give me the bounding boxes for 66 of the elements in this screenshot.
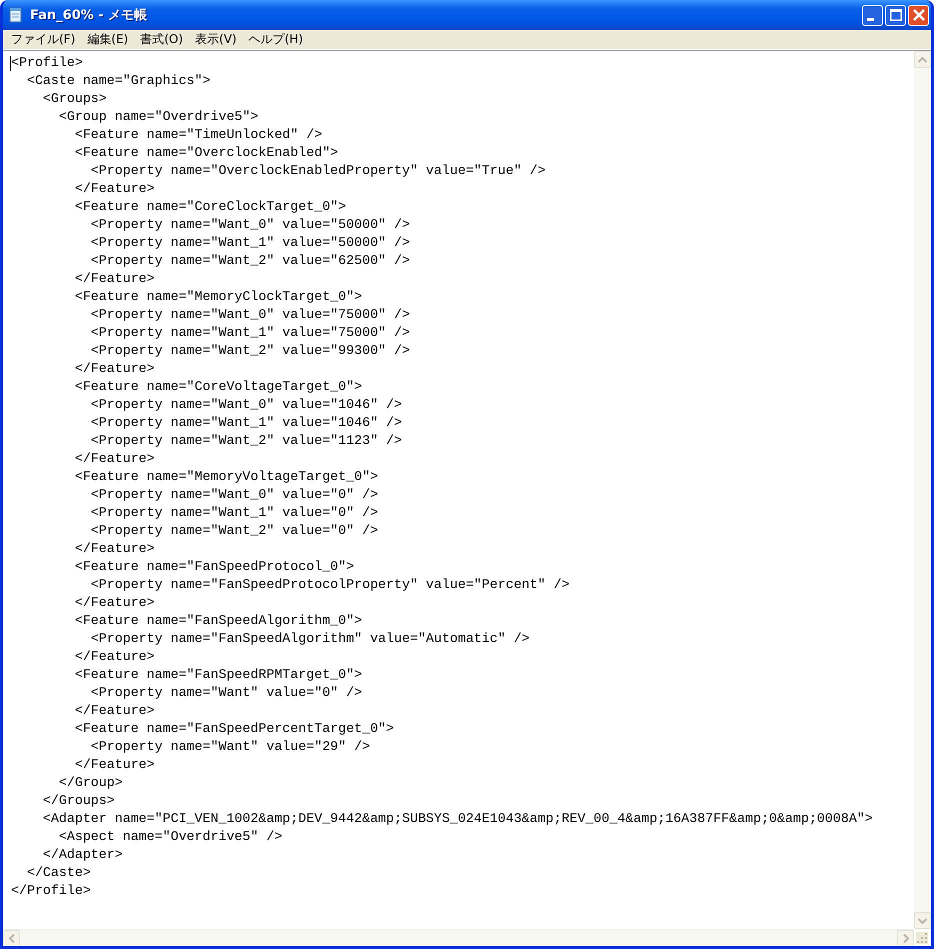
text-line: </Feature>: [74, 180, 156, 198]
text-line: </Group>: [58, 774, 124, 792]
text-line: </Profile>: [11, 882, 92, 900]
text-line: <Property name="Want_2" value="62500" />: [90, 252, 411, 270]
text-line: <Feature name="MemoryClockTarget_0">: [74, 288, 364, 306]
text-line: <Feature name="CoreClockTarget_0">: [74, 198, 348, 216]
minimize-button[interactable]: [862, 4, 883, 26]
text-line: <Group name="Overdrive5">: [58, 108, 260, 126]
menu-item[interactable]: ヘルプ(H): [242, 31, 309, 48]
menu-item[interactable]: 表示(V): [189, 31, 243, 48]
text-line: </Adapter>: [42, 846, 124, 864]
text-line: </Feature>: [74, 594, 156, 612]
text-line: </Caste>: [26, 864, 92, 882]
menu-item[interactable]: 書式(O): [134, 31, 190, 48]
text-line: <Feature name="FanSpeedPercentTarget_0">: [74, 720, 396, 738]
text-line: <Groups>: [42, 90, 108, 108]
text-line: <Adapter name="PCI_VEN_1002&amp;DEV_9442&amp;SUBSYS_024E1043&amp;REV_00_4&amp;16A387FF&amp;0&amp;0008A">: [42, 810, 874, 828]
text-line: </Feature>: [74, 540, 156, 558]
text-line: <Aspect name="Overdrive5" />: [58, 828, 284, 846]
text-line: <Feature name="FanSpeedProtocol_0">: [74, 558, 356, 576]
text-line: </Feature>: [74, 702, 156, 720]
text-line: </Feature>: [74, 648, 156, 666]
text-line: <Property name="Want" value="29" />: [90, 738, 372, 756]
menu-item[interactable]: 編集(E): [81, 31, 134, 48]
resize-grip-icon[interactable]: [916, 932, 928, 944]
menu-item[interactable]: ファイル(F): [5, 31, 82, 48]
text-line: </Feature>: [74, 450, 156, 468]
text-line: <Feature name="FanSpeedRPMTarget_0">: [74, 666, 364, 684]
scroll-left-button[interactable]: [3, 930, 20, 946]
window-title: Fan_60% - メモ帳: [30, 7, 148, 24]
text-line: <Property name="FanSpeedAlgorithm" value="Automatic" />: [90, 630, 531, 648]
text-line: <Property name="OverclockEnabledProperty" value="True" />: [90, 162, 547, 180]
text-line: <Feature name="FanSpeedAlgorithm_0">: [74, 612, 364, 630]
maximize-icon: [890, 9, 902, 21]
text-line: <Property name="Want_0" value="1046" />: [90, 396, 403, 414]
text-line: <Property name="Want_0" value="50000" />: [90, 216, 411, 234]
text-line: <Property name="Want_0" value="75000" />: [90, 306, 411, 324]
scroll-down-button[interactable]: [914, 912, 931, 929]
text-line: </Feature>: [74, 360, 156, 378]
text-line: </Groups>: [42, 792, 116, 810]
text-line: <Property name="Want_0" value="0" />: [90, 486, 380, 504]
maximize-button[interactable]: [885, 4, 906, 26]
text-line: <Feature name="OverclockEnabled">: [74, 144, 340, 162]
text-cursor: [10, 56, 11, 71]
text-line: <Property name="Want_1" value="75000" />: [90, 324, 411, 342]
text-line: </Feature>: [74, 270, 156, 288]
minimize-icon: [867, 18, 874, 20]
notepad-icon: [8, 7, 24, 23]
close-icon: [912, 9, 924, 21]
scroll-right-button[interactable]: [897, 930, 914, 946]
text-line: <Property name="Want_1" value="50000" />: [90, 234, 411, 252]
text-line: <Property name="FanSpeedProtocolProperty" value="Percent" />: [90, 576, 571, 594]
scroll-up-button[interactable]: [914, 51, 931, 68]
text-line: <Feature name="CoreVoltageTarget_0">: [74, 378, 364, 396]
text-line: <Property name="Want_2" value="99300" />: [90, 342, 411, 360]
text-line: <Property name="Want_2" value="1123" />: [90, 432, 403, 450]
text-line: <Caste name="Graphics">: [26, 72, 212, 90]
text-line: </Feature>: [74, 756, 156, 774]
text-line: <Feature name="TimeUnlocked" />: [74, 126, 324, 144]
text-line: <Feature name="MemoryVoltageTarget_0">: [74, 468, 380, 486]
close-button[interactable]: [908, 4, 929, 26]
text-line: <Property name="Want" value="0" />: [90, 684, 364, 702]
text-line: <Property name="Want_1" value="0" />: [90, 504, 380, 522]
text-line: <Property name="Want_1" value="1046" />: [90, 414, 403, 432]
text-line: <Profile>: [11, 54, 84, 72]
text-line: <Property name="Want_2" value="0" />: [90, 522, 380, 540]
